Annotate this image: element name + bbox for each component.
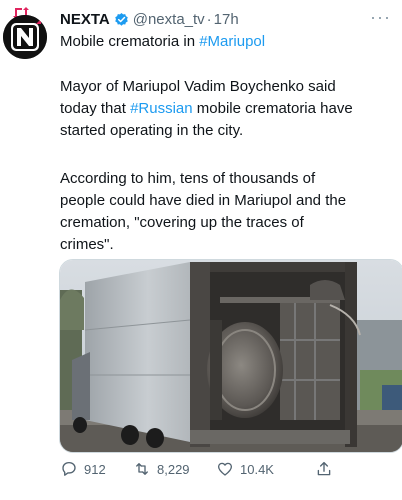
retweet-button[interactable]: 8,229	[133, 458, 190, 480]
reply-button[interactable]: 912	[60, 458, 106, 480]
separator-dot: ·	[206, 10, 212, 28]
verified-badge-icon	[114, 12, 129, 27]
paragraph-line: According to him, tens of thousands of	[60, 170, 316, 187]
more-options-icon[interactable]: ···	[370, 7, 391, 28]
author-name[interactable]: NEXTA	[60, 11, 110, 28]
paragraph-line: Mayor of Mariupol Vadim Boychenko said	[60, 78, 336, 95]
tweet-time[interactable]: 17h	[214, 11, 239, 28]
hashtag-russian[interactable]: #Russian	[130, 100, 193, 117]
share-button[interactable]	[315, 458, 333, 480]
tweet-actions: 912 8,229 10.4K	[60, 458, 360, 480]
text: today that	[60, 100, 131, 117]
paragraph-line: cremation, "covering up the traces of	[60, 214, 304, 231]
paragraph-line: today that #Russian mobile crematoria ha…	[60, 98, 353, 120]
paragraph-line: people could have died in Mariupol and t…	[60, 192, 347, 209]
tweet-photo[interactable]	[59, 259, 402, 453]
tweet-title: Mobile crematoria in #Mariupol	[60, 32, 265, 52]
heart-icon	[217, 462, 233, 476]
paragraph-line: started operating in the city.	[60, 122, 244, 139]
avatar[interactable]	[3, 15, 47, 59]
like-count: 10.4K	[240, 461, 274, 477]
retweet-icon	[136, 463, 148, 475]
paragraph-line: crimes".	[60, 236, 114, 253]
tweet-paragraph-2: According to him, tens of thousands of p…	[60, 168, 346, 256]
author-handle[interactable]: @nexta_tv	[133, 11, 205, 28]
like-button[interactable]: 10.4K	[216, 458, 274, 480]
title-text: Mobile crematoria in	[60, 33, 200, 50]
hashtag-mariupol[interactable]: #Mariupol	[199, 33, 265, 50]
reply-count: 912	[84, 461, 106, 477]
share-icon	[317, 461, 331, 476]
text: mobile crematoria have	[192, 100, 353, 117]
tweet-paragraph-1: Mayor of Mariupol Vadim Boychenko said t…	[60, 76, 353, 142]
tweet-header: NEXTA @nexta_tv · 17h	[60, 9, 239, 29]
reply-icon	[62, 461, 76, 476]
retweet-count: 8,229	[157, 461, 190, 477]
